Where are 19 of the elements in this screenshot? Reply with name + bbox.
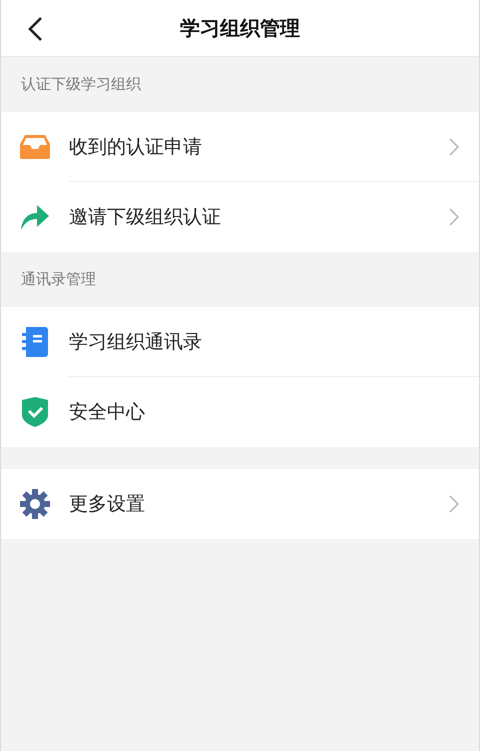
back-icon[interactable] xyxy=(27,16,43,42)
menu-item-label: 收到的认证申请 xyxy=(69,134,202,160)
menu-item-label: 学习组织通讯录 xyxy=(69,330,202,355)
menu-item[interactable]: 邀请下级组织认证 xyxy=(1,182,479,252)
menu-item[interactable]: 学习组织通讯录 xyxy=(1,307,479,377)
menu-item-label: 安全中心 xyxy=(69,400,145,425)
menu-item[interactable]: 安全中心 xyxy=(1,377,479,447)
shield-check-icon xyxy=(22,397,48,427)
notebook-icon xyxy=(22,327,48,357)
inbox-icon xyxy=(20,135,50,159)
section-header: 认证下级学习组织 xyxy=(21,74,141,96)
menu-item[interactable]: 更多设置 xyxy=(1,469,479,539)
share-arrow-icon xyxy=(21,204,49,230)
page-title: 学习组织管理 xyxy=(180,15,300,42)
menu-item[interactable]: 收到的认证申请 xyxy=(1,112,479,182)
menu-item-label: 更多设置 xyxy=(69,492,145,517)
settings-icon xyxy=(20,489,50,519)
menu-item-label: 邀请下级组织认证 xyxy=(69,204,221,230)
section-header: 通讯录管理 xyxy=(21,269,96,290)
